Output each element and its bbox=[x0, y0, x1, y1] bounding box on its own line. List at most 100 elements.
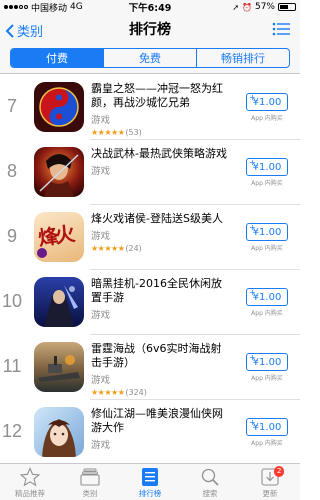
rating-count: (324) bbox=[125, 388, 147, 397]
tab-label: 精品推荐 bbox=[15, 489, 45, 498]
in-app-purchase-note: App 内购买 bbox=[251, 310, 283, 317]
tab-top-charts[interactable]: 排行榜 bbox=[120, 464, 180, 500]
in-app-purchase-note: App 内购买 bbox=[251, 115, 283, 122]
app-info: 霸皇之怒——冲冠一怒为红颜，再战沙城忆兄弟 游戏 ★★★★★ (53) bbox=[91, 82, 231, 137]
tab-updates[interactable]: 2 更新 bbox=[240, 464, 300, 500]
search-icon bbox=[201, 468, 219, 486]
app-name: 烽火戏诸侯-登陆送S级美人 bbox=[91, 212, 223, 225]
rank-number: 11 bbox=[2, 356, 22, 376]
price-area: + ¥1.00 App 内购买 bbox=[246, 158, 288, 187]
app-rating: ★★★★★ (24) bbox=[91, 244, 231, 253]
price-button[interactable]: + ¥1.00 bbox=[246, 353, 288, 371]
tab-label: 排行榜 bbox=[138, 489, 162, 498]
updates-badge: 2 bbox=[274, 466, 285, 477]
list-item[interactable]: 12 修仙江湖—唯美浪漫仙侠网游大作 游戏 + ¥1.00 App 内购买 bbox=[0, 400, 300, 463]
price-area: + ¥1.00 App 内购买 bbox=[246, 288, 288, 317]
plus-icon: + bbox=[249, 223, 256, 232]
app-icon[interactable] bbox=[34, 277, 84, 327]
list-item[interactable]: 9 烽火 烽火戏诸侯-登陆送S级美人 游戏 ★★★★★ (24) + ¥1.00 … bbox=[0, 205, 300, 270]
list-item[interactable]: 11 雷霆海战（6v6实时海战射击手游） 游戏 ★★★★★ (324) + ¥1.… bbox=[0, 335, 300, 400]
app-icon[interactable] bbox=[34, 342, 84, 392]
app-icon[interactable] bbox=[34, 82, 84, 132]
rating-stars: ★★★★★ bbox=[91, 388, 125, 397]
app-category: 游戏 bbox=[91, 375, 111, 386]
app-icon-calligraphy: 烽火 bbox=[36, 221, 74, 251]
price-label: ¥1.00 bbox=[252, 96, 282, 108]
chevron-left-icon bbox=[5, 23, 14, 38]
rating-count: (53) bbox=[125, 128, 142, 137]
top-charts-icon bbox=[142, 468, 158, 486]
app-info: 修仙江湖—唯美浪漫仙侠网游大作 游戏 bbox=[91, 407, 231, 451]
tab-featured[interactable]: 精品推荐 bbox=[0, 464, 60, 500]
in-app-purchase-note: App 内购买 bbox=[251, 375, 283, 382]
segment-free[interactable]: 免费 bbox=[103, 49, 196, 67]
app-icon[interactable] bbox=[34, 407, 84, 457]
signal-strength-icon bbox=[4, 5, 28, 9]
status-left: 中国移动 4G bbox=[4, 1, 232, 14]
tab-label: 搜索 bbox=[202, 489, 218, 498]
in-app-purchase-note: App 内购买 bbox=[251, 245, 283, 252]
price-label: ¥1.00 bbox=[252, 226, 282, 238]
app-name: 暗黑挂机-2016全民休闲放置手游 bbox=[91, 277, 222, 304]
price-button[interactable]: + ¥1.00 bbox=[246, 158, 288, 176]
app-category: 游戏 bbox=[91, 440, 111, 451]
battery-icon bbox=[278, 3, 296, 11]
app-name: 修仙江湖—唯美浪漫仙侠网游大作 bbox=[91, 407, 223, 434]
price-label: ¥1.00 bbox=[252, 421, 282, 433]
price-label: ¥1.00 bbox=[252, 161, 282, 173]
price-area: + ¥1.00 App 内购买 bbox=[246, 418, 288, 447]
rating-stars: ★★★★★ bbox=[91, 128, 125, 137]
carrier-name: 中国移动 bbox=[31, 3, 68, 14]
back-button[interactable]: 类别 bbox=[5, 21, 43, 40]
plus-icon: + bbox=[249, 353, 256, 362]
list-item[interactable]: 8 决战武林-最热武侠策略游戏 游戏 + ¥1.00 App 内购买 bbox=[0, 140, 300, 205]
tab-label: 更新 bbox=[262, 489, 278, 498]
app-category: 游戏 bbox=[91, 115, 111, 126]
app-info: 决战武林-最热武侠策略游戏 游戏 bbox=[91, 147, 231, 177]
status-right: ➚ ⏰ 57% bbox=[232, 2, 296, 12]
back-button-label: 类别 bbox=[17, 25, 44, 40]
price-button[interactable]: + ¥1.00 bbox=[246, 288, 288, 306]
list-item[interactable]: 10 暗黑挂机-2016全民休闲放置手游 游戏 + ¥1.00 App 内购买 bbox=[0, 270, 300, 335]
plus-icon: + bbox=[249, 418, 256, 427]
star-icon bbox=[19, 467, 41, 487]
tab-categories[interactable]: 类别 bbox=[60, 464, 120, 500]
segment-top-grossing[interactable]: 畅销排行 bbox=[196, 49, 289, 67]
app-category: 游戏 bbox=[91, 310, 111, 321]
in-app-purchase-note: App 内购买 bbox=[251, 180, 283, 187]
segmented-control: 付费 免费 畅销排行 bbox=[10, 48, 290, 68]
price-button[interactable]: + ¥1.00 bbox=[246, 93, 288, 111]
app-name: 决战武林-最热武侠策略游戏 bbox=[91, 147, 227, 160]
app-category: 游戏 bbox=[91, 166, 111, 177]
battery-fill bbox=[280, 5, 288, 9]
app-rating: ★★★★★ (324) bbox=[91, 388, 231, 397]
app-icon[interactable] bbox=[34, 147, 84, 197]
tab-search[interactable]: 搜索 bbox=[180, 464, 240, 500]
categories-icon bbox=[80, 468, 100, 486]
app-icon[interactable]: 烽火 bbox=[34, 212, 84, 262]
in-app-purchase-note: App 内购买 bbox=[251, 440, 283, 447]
price-area: + ¥1.00 App 内购买 bbox=[246, 223, 288, 252]
list-icon[interactable] bbox=[272, 22, 290, 36]
tab-label: 类别 bbox=[82, 489, 98, 498]
alarm-icon: ⏰ bbox=[242, 2, 252, 12]
page-title: 排行榜 bbox=[129, 22, 171, 38]
app-info: 雷霆海战（6v6实时海战射击手游） 游戏 ★★★★★ (324) bbox=[91, 342, 231, 397]
price-button[interactable]: + ¥1.00 bbox=[246, 418, 288, 436]
app-rating: ★★★★★ (53) bbox=[91, 128, 231, 137]
rating-count: (24) bbox=[125, 244, 142, 253]
rating-stars: ★★★★★ bbox=[91, 244, 125, 253]
location-icon: ➚ bbox=[232, 2, 240, 12]
app-info: 烽火戏诸侯-登陆送S级美人 游戏 ★★★★★ (24) bbox=[91, 212, 231, 253]
price-area: + ¥1.00 App 内购买 bbox=[246, 93, 288, 122]
app-icon-emblem bbox=[37, 248, 47, 258]
rank-number: 12 bbox=[1, 421, 23, 441]
list-item[interactable]: 7 霸皇之怒——冲冠一怒为红颜，再战沙城忆兄弟 游戏 ★★★★★ (53) + ¥… bbox=[0, 75, 300, 140]
network-type: 4G bbox=[70, 2, 83, 12]
price-button[interactable]: + ¥1.00 bbox=[246, 223, 288, 241]
app-info: 暗黑挂机-2016全民休闲放置手游 游戏 bbox=[91, 277, 231, 321]
segment-bar: 付费 免费 畅销排行 bbox=[0, 44, 300, 74]
segment-paid[interactable]: 付费 bbox=[11, 49, 103, 67]
battery-percent: 57% bbox=[254, 2, 275, 12]
tab-bar: 精品推荐 类别 排行榜 搜索 2 更新 bbox=[0, 463, 300, 500]
